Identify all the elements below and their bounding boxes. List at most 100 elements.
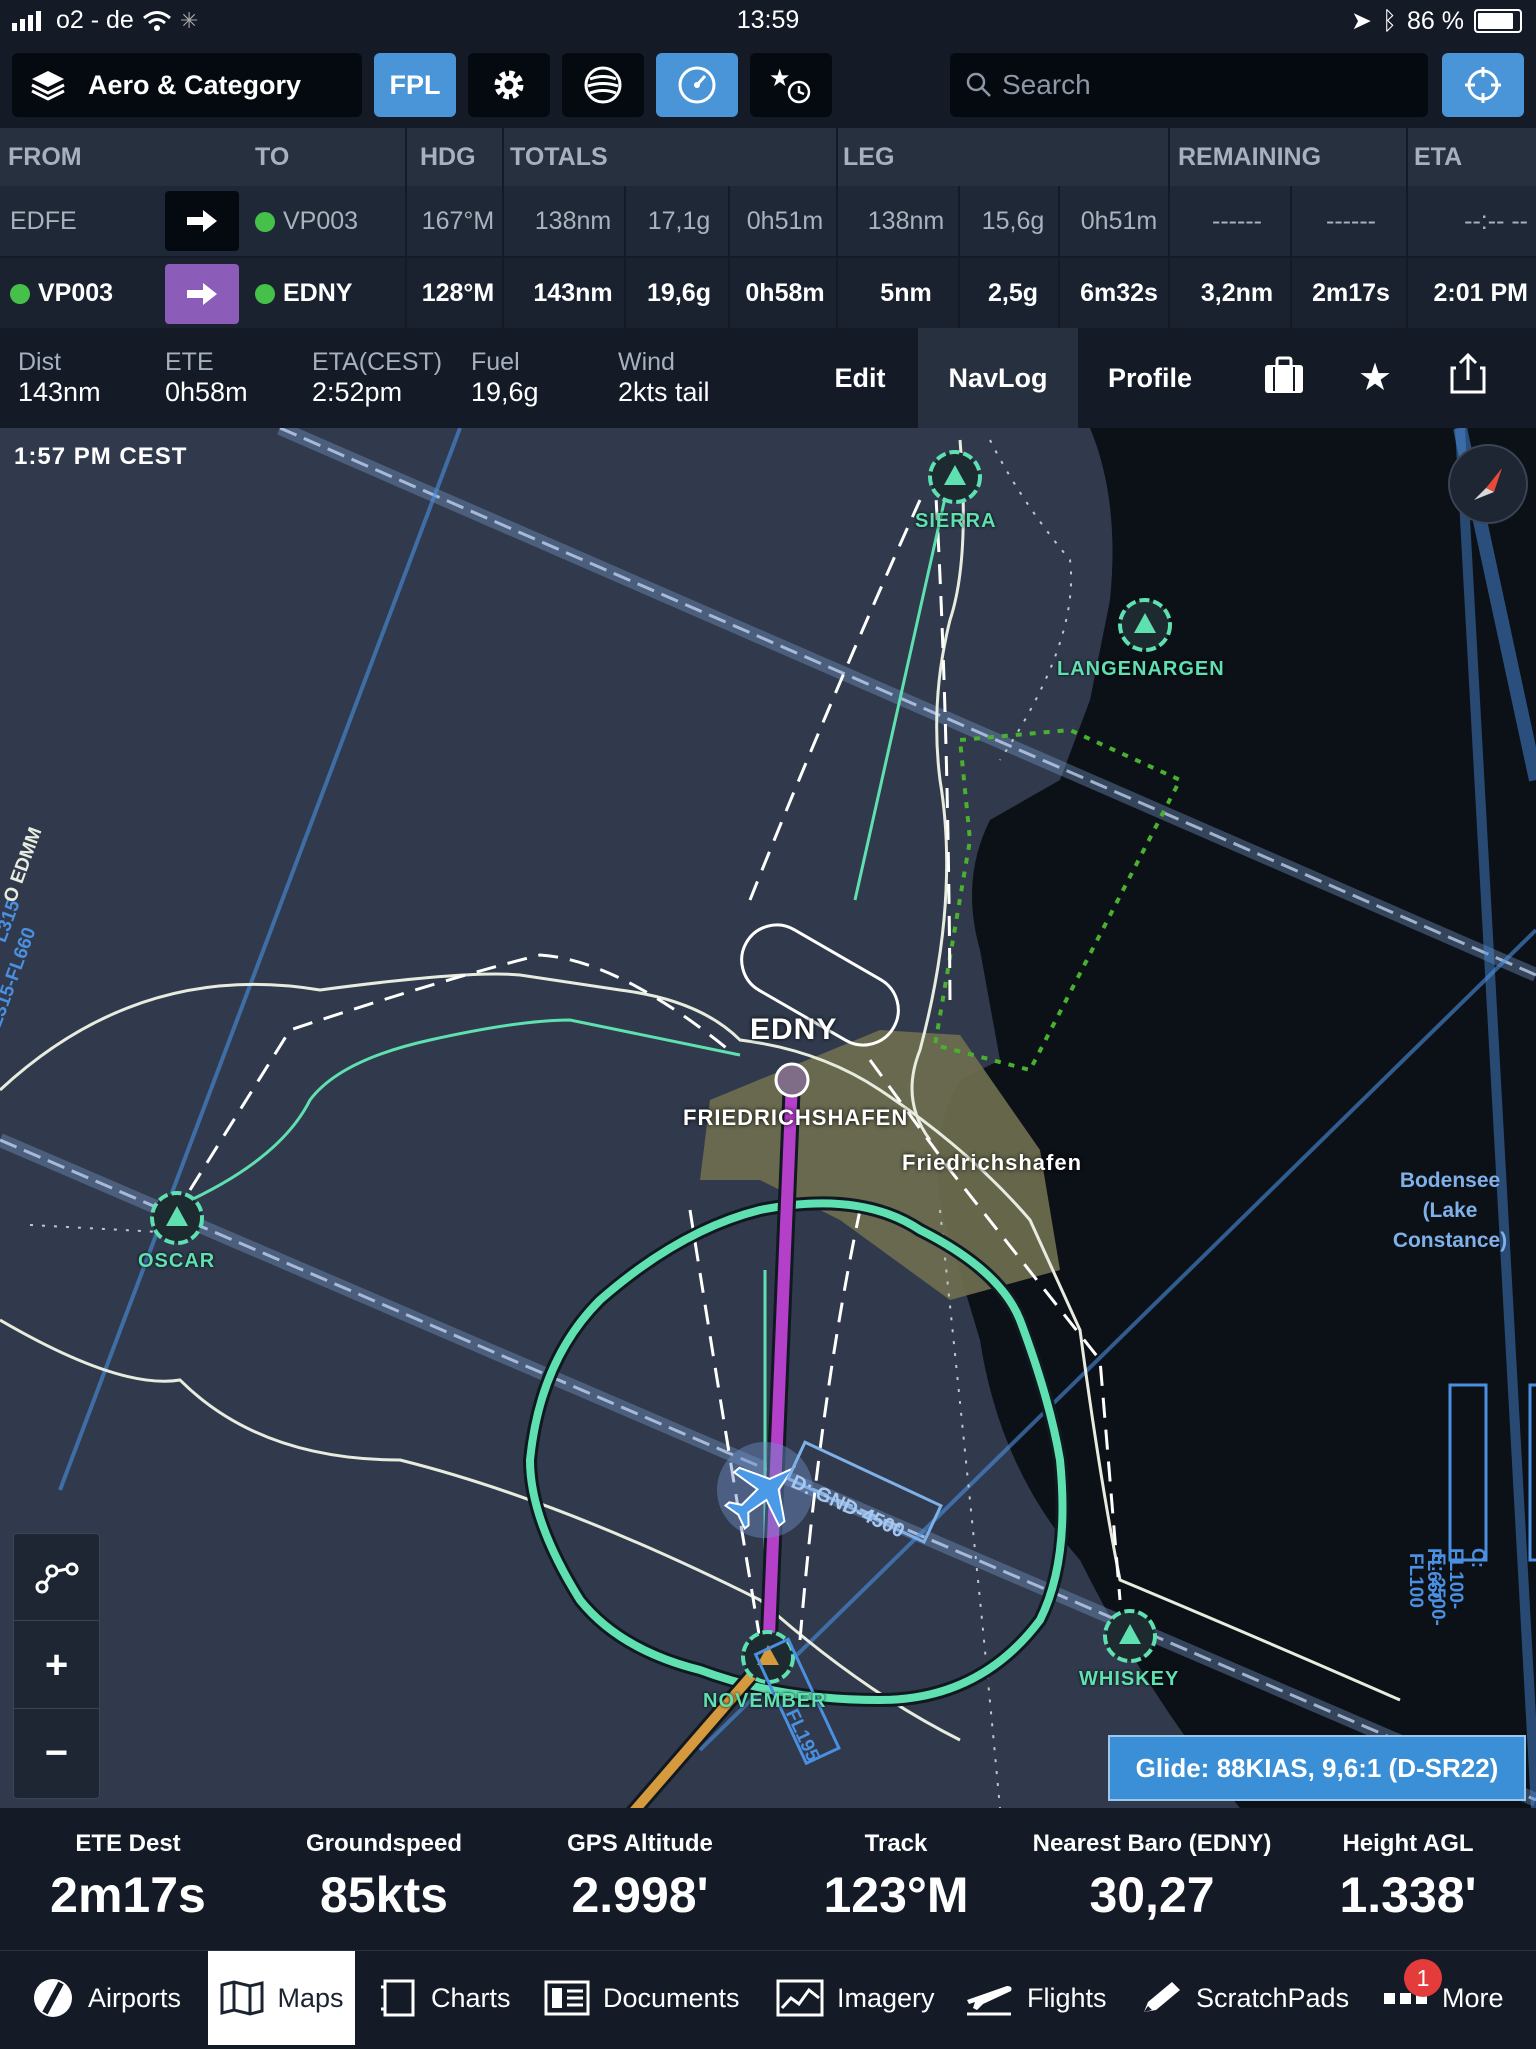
waypoint-langenargen[interactable] [1118,598,1172,652]
favorites-recent-button[interactable]: ★ [750,53,832,117]
instrument-ete-dest[interactable]: ETE Dest 2m17s [0,1808,256,1924]
direct-to-button[interactable] [165,191,239,251]
instrument-gps-altitude[interactable]: GPS Altitude 2.998' [512,1808,768,1924]
nav-flights[interactable]: Flights [963,1951,1107,2045]
header-totals: TOTALS [510,143,608,171]
row-from: EDFE [10,207,77,235]
nav-documents[interactable]: Documents [543,1951,740,2045]
row-leg-fuel: 15,6g [981,207,1045,235]
arrow-right-icon [187,283,217,305]
nav-more[interactable]: More [1382,1951,1504,2045]
summary-dist: Dist 143nm [18,348,101,407]
header-from: FROM [8,143,82,171]
nav-charts[interactable]: Charts [377,1951,511,2045]
gauge-button[interactable] [656,53,738,117]
layers-button[interactable]: Aero & Category [12,53,362,117]
battery-icon [1474,9,1522,33]
star-clock-icon: ★ [769,64,811,104]
airport-name-label: FRIEDRICHSHAFEN [683,1105,909,1130]
row-to: EDNY [255,258,405,328]
svg-text:★: ★ [769,64,791,92]
share-button[interactable] [1448,352,1488,401]
route-edit-button[interactable] [14,1534,99,1621]
briefcase-button[interactable] [1262,355,1306,400]
star-icon[interactable]: ★ [1358,355,1392,400]
waypoint-label-november: NOVEMBER [703,1690,827,1712]
zoom-in-button[interactable]: + [14,1622,99,1709]
airspace-e-label: E: 2500-FL100 [1405,1553,1448,1626]
gauge-icon [678,66,716,104]
fpl-button[interactable]: FPL [374,53,456,117]
instrument-nearest-baro[interactable]: Nearest Baro (EDNY) 30,27 [1024,1808,1280,1924]
navlog-tab[interactable]: NavLog [918,328,1078,428]
row-leg-fuel: 2,5g [987,279,1039,307]
search-input[interactable]: Search [950,53,1428,117]
compass-button[interactable] [1448,444,1528,524]
zoom-out-button[interactable]: − [14,1710,99,1796]
flights-icon [967,1986,1012,2016]
row-leg-time: 6m32s [1080,279,1158,307]
direct-to-button[interactable] [165,264,239,324]
row-rem-time: ------ [1326,207,1376,235]
row-hdg: 128°M [421,279,495,307]
nav-imagery[interactable]: Imagery [775,1951,935,2045]
documents-icon [544,1980,590,2016]
settings-button[interactable] [468,53,550,117]
top-toolbar: Aero & Category FPL ★ Search [0,40,1536,128]
row-rem-dist: 3,2nm [1200,279,1274,307]
globe-icon [584,66,622,104]
route-icon [35,1562,78,1594]
layers-label: Aero & Category [88,69,302,100]
waypoint-label-sierra: SIERRA [915,510,997,532]
waypoint-label-whiskey: WHISKEY [1079,1668,1180,1690]
row-to: VP003 [255,186,405,256]
row-tot-time: 0h51m [746,207,824,235]
row-hdg: 167°M [421,207,495,235]
airport-code-label[interactable]: EDNY [750,1013,837,1047]
row-tot-fuel: 17,1g [647,207,711,235]
status-dot [255,284,275,305]
location-icon: ➤ [1351,7,1372,35]
instrument-track[interactable]: Track 123°M [768,1808,1024,1924]
waypoint-oscar[interactable] [150,1191,204,1245]
map-controls: + − [13,1533,100,1799]
status-bar: o2 - de ✳ 13:59 ➤ ᛒ 86 % [0,0,1536,40]
nav-maps[interactable]: Maps [208,1951,355,2045]
header-eta: ETA [1414,143,1463,171]
profile-tab[interactable]: Profile [1090,328,1210,428]
instrument-strip: ETE Dest 2m17s Groundspeed 85kts GPS Altit… [0,1808,1536,1950]
locate-button[interactable] [1442,53,1524,117]
nav-airports[interactable]: Airports [30,1951,181,2045]
row-eta: --:-- -- [1464,207,1528,235]
summary-eta: ETA(CEST) 2:52pm [312,348,443,407]
layers-icon [31,71,65,101]
map-icon [220,1980,264,2016]
briefcase-icon [1265,356,1303,393]
row-eta: 2:01 PM [1433,279,1528,307]
search-placeholder: Search [1002,69,1091,100]
glide-info-badge[interactable]: Glide: 88KIAS, 9,6:1 (D-SR22) [1108,1735,1526,1801]
imagery-icon [776,1979,824,2017]
search-icon [966,72,991,97]
row-tot-fuel: 19,6g [647,279,711,307]
summary-wind: Wind 2kts tail [618,348,710,407]
row-tot-dist: 138nm [534,207,612,235]
charts-icon [381,1979,415,2017]
gear-icon [494,70,524,100]
row-tot-dist: 143nm [533,279,613,307]
globe-button[interactable] [562,53,644,117]
status-dot [255,212,275,233]
waypoint-label-oscar: OSCAR [138,1250,216,1272]
instrument-groundspeed[interactable]: Groundspeed 85kts [256,1808,512,1924]
nav-scratchpads[interactable]: ScratchPads [1138,1951,1349,2045]
map-time-label: 1:57 PM CEST [14,443,188,470]
edit-tab[interactable]: Edit [800,328,920,428]
instrument-height-agl[interactable]: Height AGL 1.338' [1280,1808,1536,1924]
bottom-nav: Airports Maps Charts Documents Imagery F… [0,1950,1536,2049]
notification-badge: 1 [1404,1959,1442,1997]
arrow-right-icon [187,210,217,232]
map-view[interactable]: 1:57 PM CEST EDNY FRIEDRICHSHAFEN Friedr… [0,428,1536,1808]
waypoint-sierra[interactable] [928,450,982,504]
compass-icon [1474,468,1502,500]
waypoint-whiskey[interactable] [1103,1609,1157,1663]
